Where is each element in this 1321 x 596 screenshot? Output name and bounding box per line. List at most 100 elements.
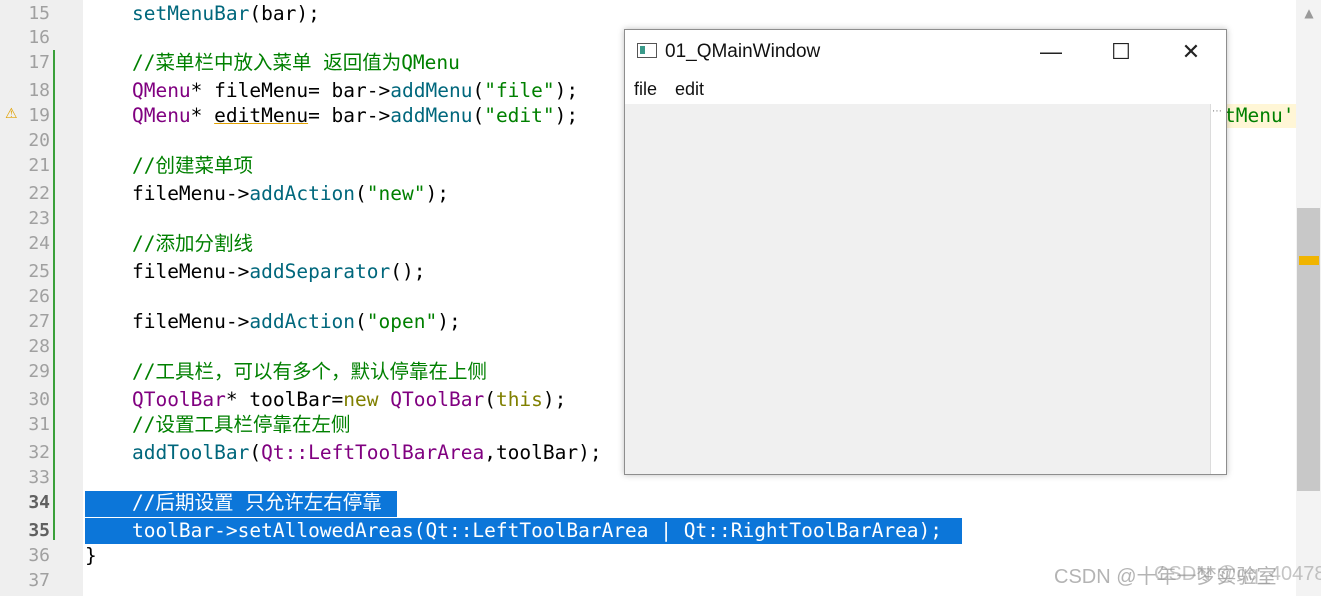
- line-number: 28: [28, 336, 50, 357]
- code-token: addMenu: [390, 79, 473, 102]
- code-line-36[interactable]: }: [85, 544, 97, 568]
- code-line-31[interactable]: //设置工具栏停靠在左侧: [85, 413, 350, 437]
- line-number: 18: [28, 80, 50, 101]
- line-number: 36: [28, 545, 50, 566]
- code-line-27[interactable]: fileMenu->addAction("open");: [85, 310, 461, 334]
- code-line-25[interactable]: fileMenu->addSeparator();: [85, 260, 426, 284]
- code-token: ,toolBar);: [484, 441, 602, 464]
- code-token: );: [554, 104, 579, 127]
- line-number: 22: [28, 183, 50, 204]
- code-token: addAction: [249, 310, 356, 333]
- code-token: = bar->: [308, 104, 391, 127]
- code-token: fileMenu->: [131, 310, 250, 333]
- code-token: QToolBar: [131, 388, 226, 411]
- code-token: Qt::: [261, 441, 309, 464]
- code-token: QMenu: [131, 104, 191, 127]
- menu-bar: file edit: [625, 74, 1226, 104]
- app-window[interactable]: 01_QMainWindow — ☐ ✕ file edit ⋯: [624, 29, 1227, 475]
- code-keyword: new: [343, 388, 379, 411]
- code-line-18[interactable]: QMenu* fileMenu= bar->addMenu("file");: [85, 79, 578, 103]
- code-line-24[interactable]: //添加分割线: [85, 232, 253, 256]
- code-token: QMenu: [131, 79, 191, 102]
- watermark-overlap: CSDN @qq_40478082: [1154, 563, 1321, 585]
- line-number: 29: [28, 361, 50, 382]
- code-token: (: [355, 182, 367, 205]
- code-token: );: [425, 182, 449, 205]
- code-line-35[interactable]: toolBar->setAllowedAreas(Qt::LeftToolBar…: [85, 519, 942, 543]
- code-string: "new": [366, 182, 426, 205]
- code-line-17[interactable]: //菜单栏中放入菜单 返回值为QMenu: [85, 51, 460, 75]
- minimize-icon: —: [1040, 39, 1062, 64]
- code-line-32[interactable]: addToolBar(Qt::LeftToolBarArea,toolBar);: [85, 441, 602, 465]
- code-token: }: [85, 544, 97, 567]
- code-token: setMenuBar: [131, 2, 250, 25]
- code-token: );: [437, 310, 461, 333]
- code-line-22[interactable]: fileMenu->addAction("new");: [85, 182, 449, 206]
- code-comment: //后期设置 只允许左右停靠: [131, 491, 382, 514]
- code-token: (: [249, 441, 262, 464]
- code-line-15[interactable]: setMenuBar(bar);: [85, 2, 320, 26]
- code-token: fileMenu->: [131, 260, 250, 283]
- code-token: ();: [390, 260, 426, 283]
- code-token: *: [190, 104, 215, 127]
- code-string: "open": [366, 310, 438, 333]
- line-number: 25: [28, 261, 50, 282]
- line-number: 17: [28, 52, 50, 73]
- code-line-29[interactable]: //工具栏，可以有多个，默认停靠在上侧: [85, 360, 487, 384]
- code-token: );: [554, 79, 579, 102]
- window-titlebar[interactable]: 01_QMainWindow — ☐ ✕: [625, 30, 1226, 74]
- window-title: 01_QMainWindow: [665, 41, 821, 62]
- code-comment: //创建菜单项: [131, 154, 253, 177]
- line-number: 24: [28, 233, 50, 254]
- code-line-30[interactable]: QToolBar* toolBar=new QToolBar(this);: [85, 388, 566, 412]
- code-token: * toolBar=: [225, 388, 344, 411]
- line-number: 30: [28, 389, 50, 410]
- code-token: (: [472, 104, 485, 127]
- warning-icon[interactable]: ⚠: [5, 106, 18, 122]
- code-token: LeftToolBarArea: [308, 441, 485, 464]
- line-number: 27: [28, 311, 50, 332]
- code-token: addAction: [249, 182, 356, 205]
- code-keyword: this: [495, 388, 543, 411]
- code-token: addMenu: [390, 104, 473, 127]
- code-token: (bar);: [249, 2, 320, 25]
- code-token: (: [472, 79, 485, 102]
- code-line-34[interactable]: //后期设置 只允许左右停靠: [85, 491, 382, 515]
- line-number: 35: [28, 520, 50, 541]
- code-token: addToolBar: [131, 441, 250, 464]
- minimize-button[interactable]: —: [1016, 30, 1086, 74]
- line-number: 34: [28, 492, 50, 513]
- scrollbar-warning-marker: [1299, 256, 1319, 265]
- code-line-19[interactable]: QMenu* editMenu= bar->addMenu("edit");: [85, 104, 578, 128]
- window-client-area: [625, 104, 1210, 474]
- toolbar-grip-icon[interactable]: ⋯: [1212, 106, 1223, 117]
- code-token: * fileMenu= bar->: [190, 79, 391, 102]
- code-token: addSeparator: [249, 260, 391, 283]
- code-string: "file": [484, 79, 555, 102]
- line-number: 16: [28, 27, 50, 48]
- line-number: 26: [28, 286, 50, 307]
- code-comment: //工具栏，可以有多个，默认停靠在上侧: [131, 360, 487, 383]
- line-number: 31: [28, 414, 50, 435]
- scroll-up-icon[interactable]: ▲: [1299, 6, 1319, 22]
- code-comment: //菜单栏中放入菜单 返回值为QMenu: [131, 51, 460, 74]
- line-number: 23: [28, 208, 50, 229]
- maximize-button[interactable]: ☐: [1086, 30, 1156, 74]
- code-token: QToolBar: [390, 388, 485, 411]
- code-line-21[interactable]: //创建菜单项: [85, 154, 253, 178]
- code-token: fileMenu->: [131, 182, 250, 205]
- code-token: (: [484, 388, 496, 411]
- modified-lines-indicator: [53, 50, 55, 540]
- code-token: );: [542, 388, 567, 411]
- close-button[interactable]: ✕: [1156, 30, 1226, 74]
- menu-file[interactable]: file: [634, 79, 657, 100]
- menu-edit[interactable]: edit: [675, 79, 704, 100]
- maximize-icon: ☐: [1111, 39, 1131, 64]
- line-number: 32: [28, 442, 50, 463]
- code-token: toolBar->setAllowedAreas(Qt::LeftToolBar…: [131, 519, 943, 542]
- scrollbar-thumb[interactable]: [1297, 208, 1320, 491]
- code-string: "edit": [484, 104, 555, 127]
- line-number: 15: [28, 3, 50, 24]
- code-comment: //添加分割线: [131, 232, 253, 255]
